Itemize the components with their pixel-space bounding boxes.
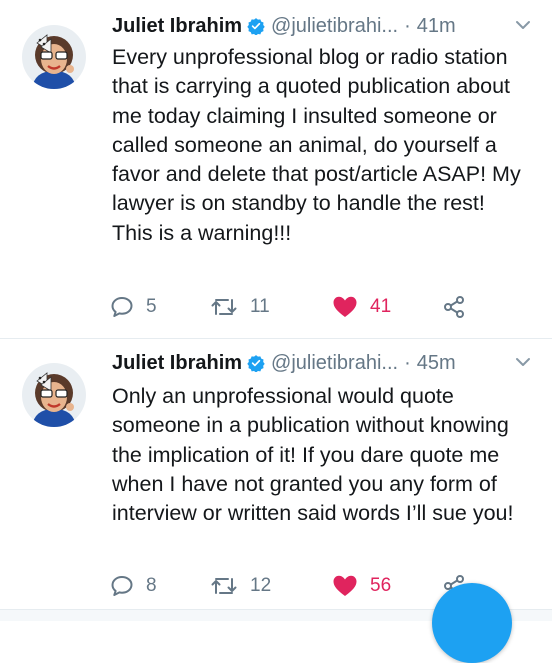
- retweet-icon: [211, 578, 237, 594]
- share-button[interactable]: [442, 292, 466, 322]
- retweet-button[interactable]: 11: [210, 292, 270, 322]
- timestamp[interactable]: 45m: [417, 352, 456, 375]
- tweet-text: Only an unprofessional would quote someo…: [112, 384, 514, 526]
- reply-icon: [111, 297, 133, 317]
- author-handle[interactable]: @julietibrahi...: [271, 15, 398, 38]
- heart-icon: [333, 296, 357, 317]
- like-button[interactable]: 56: [332, 571, 391, 601]
- tweet-text: Every unprofessional blog or radio stati…: [112, 45, 521, 245]
- reply-icon: [111, 576, 133, 596]
- reply-button[interactable]: 5: [110, 292, 157, 322]
- author-name[interactable]: Juliet Ibrahim: [112, 15, 242, 38]
- author-handle[interactable]: @julietibrahi...: [271, 352, 398, 375]
- compose-tweet-button[interactable]: [432, 583, 512, 663]
- retweet-button[interactable]: 12: [210, 571, 271, 601]
- like-button[interactable]: 41: [332, 292, 391, 322]
- avatar[interactable]: [22, 25, 86, 89]
- separator-dot: ·: [404, 351, 411, 374]
- tweet-actions: 5 11 41: [110, 292, 530, 322]
- tweet-header: Juliet Ibrahim @julietibrahi... · 41m: [112, 12, 532, 40]
- tweet[interactable]: Juliet Ibrahim @julietibrahi... · 41m Ev…: [0, 0, 552, 338]
- chevron-down-icon[interactable]: [514, 353, 532, 371]
- timestamp[interactable]: 41m: [417, 15, 456, 38]
- verified-icon: [247, 18, 265, 35]
- retweet-count: 11: [250, 296, 270, 317]
- like-count: 41: [370, 296, 392, 317]
- avatar[interactable]: [22, 363, 86, 427]
- retweet-icon: [211, 299, 237, 315]
- reply-button[interactable]: 8: [110, 571, 157, 601]
- like-count: 56: [370, 575, 392, 596]
- reply-count: 8: [146, 575, 157, 596]
- tweet[interactable]: Juliet Ibrahim @julietibrahi... · 45m On…: [0, 339, 552, 609]
- heart-icon: [333, 575, 357, 596]
- chevron-down-icon[interactable]: [514, 16, 532, 34]
- author-name[interactable]: Juliet Ibrahim: [112, 352, 242, 375]
- retweet-count: 12: [250, 575, 272, 596]
- tweet-header: Juliet Ibrahim @julietibrahi... · 45m: [112, 349, 532, 377]
- verified-icon: [247, 355, 265, 372]
- separator-dot: ·: [404, 14, 411, 37]
- reply-count: 5: [146, 296, 157, 317]
- share-icon: [444, 296, 464, 318]
